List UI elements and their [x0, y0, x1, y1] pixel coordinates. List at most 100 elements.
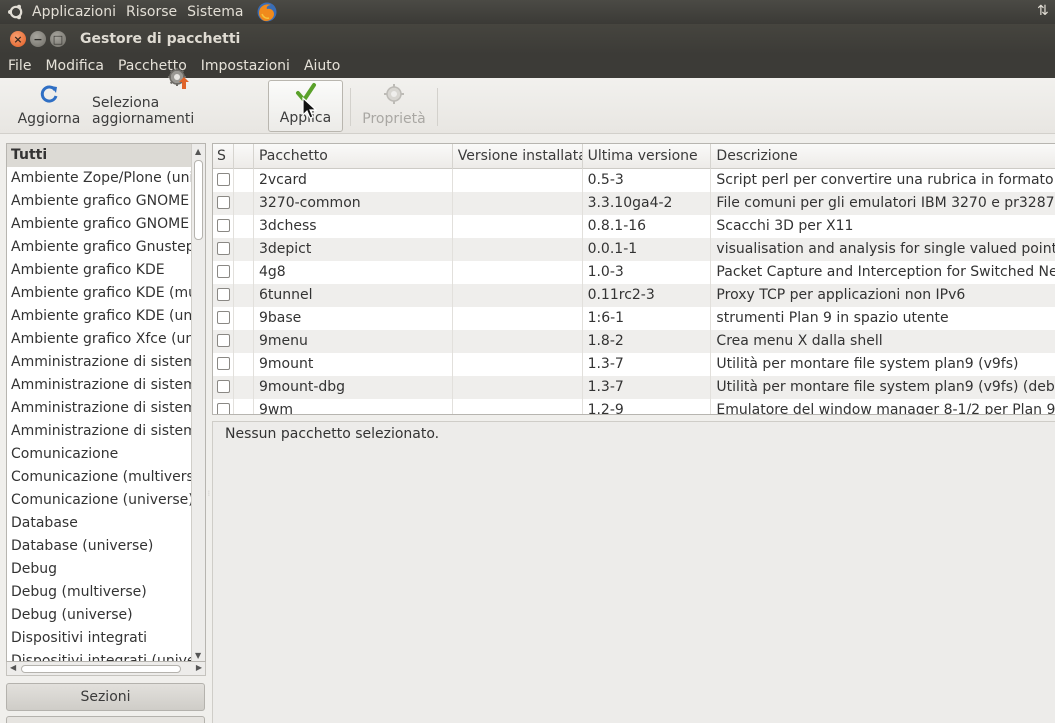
firefox-launcher-icon[interactable] — [256, 1, 278, 23]
scroll-up-arrow-icon[interactable]: ▲ — [195, 147, 201, 156]
table-row[interactable]: 9mount-dbg 1.3-7 Utilità per montare file … — [213, 376, 1055, 399]
section-item[interactable]: Comunicazione — [7, 443, 191, 466]
sections-hscroll-thumb[interactable] — [21, 665, 181, 673]
panel-menu-places[interactable]: Risorse — [126, 4, 177, 20]
table-row[interactable]: 3dchess 0.8.1-16 Scacchi 3D per X11 — [213, 215, 1055, 238]
column-header-icon[interactable] — [234, 144, 254, 169]
panel-menu-system[interactable]: Sistema — [187, 4, 243, 20]
package-name-cell: 2vcard — [254, 169, 453, 192]
section-item[interactable]: Database — [7, 512, 191, 535]
section-item[interactable]: Comunicazione (universe) — [7, 489, 191, 512]
mark-checkbox[interactable] — [217, 356, 230, 370]
package-name-cell: 3270-common — [254, 192, 453, 215]
section-item[interactable]: Dispositivi integrati — [7, 627, 191, 650]
menu-settings[interactable]: Impostazioni — [194, 58, 297, 74]
section-item[interactable]: Dispositivi integrati (universe) — [7, 650, 191, 661]
row-icon-cell — [234, 330, 254, 353]
row-icon-cell — [234, 376, 254, 399]
mark-checkbox[interactable] — [217, 172, 230, 186]
status-button[interactable] — [6, 716, 205, 723]
mark-checkbox[interactable] — [217, 287, 230, 301]
section-item[interactable]: Ambiente grafico Gnustep (universe) — [7, 236, 191, 259]
network-arrows-icon[interactable]: ⇅ — [1037, 3, 1051, 21]
section-item[interactable]: Ambiente grafico GNOME — [7, 190, 191, 213]
description-cell: Utilità per montare file system plan9 (v… — [716, 356, 1019, 372]
sections-horizontal-scrollbar[interactable]: ◀ ▶ — [6, 662, 206, 676]
section-item[interactable]: Tutti — [7, 144, 191, 167]
scroll-right-arrow-icon[interactable]: ▶ — [196, 663, 202, 672]
section-item[interactable]: Debug (universe) — [7, 604, 191, 627]
mark-checkbox[interactable] — [217, 264, 230, 278]
section-item[interactable]: Ambiente Zope/Plone (universe) — [7, 167, 191, 190]
sections-scroll-thumb[interactable] — [194, 160, 203, 240]
sections-vertical-scrollbar[interactable]: ▲ ▼ — [191, 144, 205, 661]
column-header-status[interactable]: S — [213, 144, 234, 169]
latest-version-cell: 1.8-2 — [583, 330, 712, 353]
package-name-cell: 3depict — [254, 238, 453, 261]
mark-checkbox[interactable] — [217, 402, 230, 414]
toolbar-separator — [437, 88, 438, 126]
section-item[interactable]: Amministrazione di sistema (universe) — [7, 420, 191, 443]
ubuntu-logo-icon[interactable] — [6, 2, 26, 22]
menu-file[interactable]: File — [0, 58, 38, 74]
column-header-installed-version[interactable]: Versione installata — [453, 144, 583, 169]
installed-version-cell — [453, 353, 583, 376]
pane-resize-handle[interactable]: ⋮ — [206, 490, 212, 500]
maximize-window-button[interactable]: □ — [50, 31, 66, 47]
properties-button[interactable]: Proprietà — [358, 80, 430, 132]
close-window-button[interactable]: × — [10, 31, 26, 47]
package-name-cell: 3dchess — [254, 215, 453, 238]
row-icon-cell — [234, 261, 254, 284]
row-icon-cell — [234, 169, 254, 192]
scroll-down-arrow-icon[interactable]: ▼ — [195, 651, 201, 660]
mark-checkbox[interactable] — [217, 218, 230, 232]
section-item[interactable]: Debug — [7, 558, 191, 581]
section-item[interactable]: Amministrazione di sistema (multiverse) — [7, 374, 191, 397]
minimize-window-button[interactable]: − — [30, 31, 46, 47]
mark-upgrades-button[interactable]: Seleziona aggiornamenti — [92, 68, 264, 132]
sections-button[interactable]: Sezioni — [6, 683, 205, 711]
column-header-package[interactable]: Pacchetto — [254, 144, 453, 169]
section-item[interactable]: Ambiente grafico GNOME (universe) — [7, 213, 191, 236]
section-item[interactable]: Ambiente grafico KDE — [7, 259, 191, 282]
package-name-cell: 6tunnel — [254, 284, 453, 307]
menu-edit[interactable]: Modifica — [38, 58, 111, 74]
section-item[interactable]: Amministrazione di sistema — [7, 351, 191, 374]
table-row[interactable]: 3depict 0.0.1-1 visualisation and analysis… — [213, 238, 1055, 261]
table-row[interactable]: 2vcard 0.5-3 Script perl per convertire un… — [213, 169, 1055, 192]
latest-version-cell: 3.3.10ga4-2 — [583, 192, 712, 215]
column-header-description[interactable]: Descrizione — [711, 144, 1055, 169]
table-row[interactable]: 9wm 1.2-9 Emulatore del window manager 8-1… — [213, 399, 1055, 414]
installed-version-cell — [453, 238, 583, 261]
section-item[interactable]: Ambiente grafico KDE (universe) — [7, 305, 191, 328]
section-item[interactable]: Debug (multiverse) — [7, 581, 191, 604]
mark-checkbox[interactable] — [217, 195, 230, 209]
table-row[interactable]: 9mount 1.3-7 Utilità per montare file syst… — [213, 353, 1055, 376]
latest-version-cell: 1:6-1 — [583, 307, 712, 330]
latest-version-cell: 0.0.1-1 — [583, 238, 712, 261]
menu-help[interactable]: Aiuto — [297, 58, 347, 74]
description-cell: Packet Capture and Interception for Swit… — [716, 264, 1055, 280]
mark-checkbox[interactable] — [217, 241, 230, 255]
table-row[interactable]: 3270-common 3.3.10ga4-2 File comuni per gl… — [213, 192, 1055, 215]
column-header-latest-version[interactable]: Ultima versione — [583, 144, 712, 169]
section-item[interactable]: Ambiente grafico KDE (multiverse) — [7, 282, 191, 305]
mark-checkbox[interactable] — [217, 310, 230, 324]
section-item[interactable]: Ambiente grafico Xfce (universe) — [7, 328, 191, 351]
scroll-left-arrow-icon[interactable]: ◀ — [10, 663, 16, 672]
table-row[interactable]: 4g8 1.0-3 Packet Capture and Interception … — [213, 261, 1055, 284]
panel-menu-applications[interactable]: Applicazioni — [32, 4, 116, 20]
reload-button[interactable]: Aggiorna — [14, 80, 84, 132]
table-row[interactable]: 9base 1:6-1 strumenti Plan 9 in spazio ute… — [213, 307, 1055, 330]
section-item[interactable]: Amministrazione di sistema (restricted) — [7, 397, 191, 420]
mark-checkbox[interactable] — [217, 333, 230, 347]
mark-checkbox[interactable] — [217, 379, 230, 393]
section-item[interactable]: Comunicazione (multiverse) — [7, 466, 191, 489]
installed-version-cell — [453, 192, 583, 215]
row-status-cell — [213, 330, 234, 353]
table-row[interactable]: 9menu 1.8-2 Crea menu X dalla shell — [213, 330, 1055, 353]
description-cell: Script perl per convertire una rubrica i… — [716, 172, 1055, 188]
latest-version-cell: 0.11rc2-3 — [583, 284, 712, 307]
section-item[interactable]: Database (universe) — [7, 535, 191, 558]
table-row[interactable]: 6tunnel 0.11rc2-3 Proxy TCP per applicazio… — [213, 284, 1055, 307]
